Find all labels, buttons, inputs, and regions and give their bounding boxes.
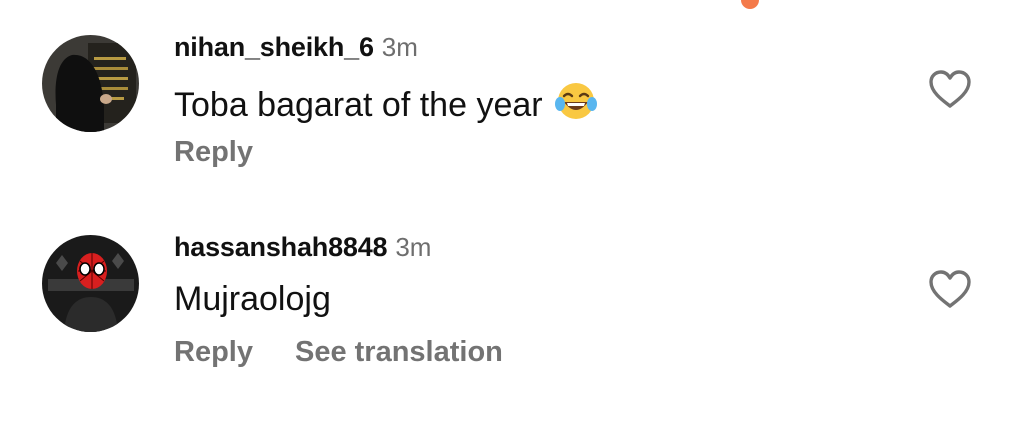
heart-outline-icon[interactable] — [927, 68, 973, 110]
username[interactable]: hassanshah8848 — [174, 232, 388, 262]
comments-list: nihan_sheikh_6 3m Toba bagarat of the yea… — [0, 0, 1024, 423]
face-with-tears-of-joy-icon — [554, 83, 597, 119]
avatar[interactable] — [42, 235, 139, 332]
see-translation-button[interactable]: See translation — [295, 336, 503, 369]
avatar-image — [42, 35, 139, 132]
avatar-image — [42, 235, 139, 332]
comment-header: hassanshah8848 3m — [174, 232, 431, 262]
comment-actions: Reply — [174, 136, 295, 169]
comment-body: Toba bagarat of the year — [174, 80, 597, 125]
comment-actions: Reply See translation — [174, 336, 545, 369]
comment-header: nihan_sheikh_6 3m — [174, 32, 418, 62]
notification-dot — [741, 0, 759, 9]
username[interactable]: nihan_sheikh_6 — [174, 32, 374, 62]
timestamp: 3m — [395, 232, 432, 262]
comment-text: Mujraolojg — [174, 280, 331, 318]
avatar[interactable] — [42, 35, 139, 132]
comment-text: Toba bagarat of the year — [174, 86, 543, 124]
heart-outline-icon[interactable] — [927, 268, 973, 310]
comment-body: Mujraolojg — [174, 280, 331, 319]
timestamp: 3m — [381, 32, 418, 62]
reply-button[interactable]: Reply — [174, 136, 253, 169]
reply-button[interactable]: Reply — [174, 336, 253, 369]
